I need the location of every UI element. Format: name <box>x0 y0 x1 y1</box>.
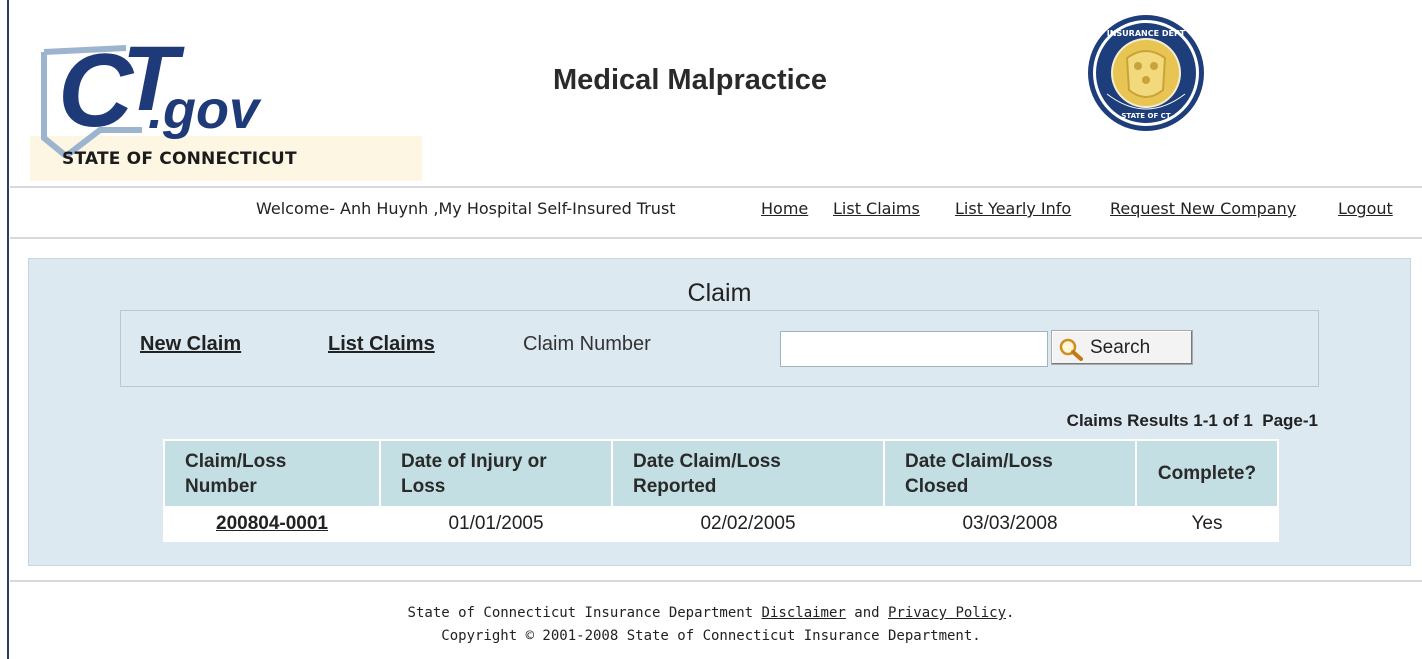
nav-link-request-new-company[interactable]: Request New Company <box>1110 199 1296 218</box>
footer-prefix: State of Connecticut Insurance Departmen… <box>407 605 754 621</box>
footer-divider <box>10 580 1422 582</box>
top-nav: Welcome- Anh Huynh ,My Hospital Self-Ins… <box>0 199 1422 223</box>
nav-link-list-yearly-info[interactable]: List Yearly Info <box>955 199 1071 218</box>
injury-date-cell: 01/01/2005 <box>379 506 613 542</box>
column-header: Claim/Loss Number <box>163 439 381 508</box>
column-header: Complete? <box>1135 439 1279 508</box>
svg-text:INSURANCE DEPT: INSURANCE DEPT <box>1107 29 1186 38</box>
ct-gov-logo[interactable]: C T .gov STATE OF CONNECTICUT <box>30 18 422 181</box>
footer-period: . <box>1006 605 1015 621</box>
claim-number-input[interactable] <box>780 331 1048 367</box>
copyright-text: Copyright © 2001-2008 State of Connectic… <box>441 628 981 644</box>
reported-date-cell: 02/02/2005 <box>611 506 885 542</box>
ct-map-icon: C T .gov <box>41 28 262 158</box>
claim-number-cell: 200804-0001 <box>163 506 381 542</box>
search-icon <box>1059 338 1083 361</box>
welcome-text: Welcome- Anh Huynh ,My Hospital Self-Ins… <box>256 199 676 218</box>
nav-divider <box>10 237 1422 239</box>
claim-title: Claim <box>687 279 752 307</box>
insurance-department-seal-icon: INSURANCE DEPT STATE OF CT <box>1088 15 1204 131</box>
search-button-label: Search <box>1090 337 1151 358</box>
nav-link-list-claims[interactable]: List Claims <box>833 199 920 218</box>
new-claim-link[interactable]: New Claim <box>140 333 241 356</box>
left-border <box>7 0 9 659</box>
closed-date-cell: 03/03/2008 <box>883 506 1137 542</box>
header-divider <box>10 186 1422 188</box>
claim-panel: Claim New Claim List Claims Claim Number… <box>28 258 1411 566</box>
results-info: Claims Results 1-1 of 1 Page-1 <box>1066 411 1318 430</box>
list-claims-link[interactable]: List Claims <box>328 333 435 356</box>
claims-table: Claim/Loss Number Date of Injury or Loss… <box>163 439 1279 542</box>
page-title: Medical Malpractice <box>553 64 827 96</box>
table-row: 200804-0001 01/01/2005 02/02/2005 03/03/… <box>163 506 1279 542</box>
search-button[interactable]: Search <box>1051 330 1193 365</box>
footer-line-1: State of Connecticut Insurance Departmen… <box>0 602 1422 625</box>
claim-number-label: Claim Number <box>523 333 651 355</box>
page-header: C T .gov STATE OF CONNECTICUT Medical Ma… <box>10 0 1422 186</box>
nav-link-home[interactable]: Home <box>761 199 808 218</box>
claim-search-box: New Claim List Claims Claim Number Searc… <box>120 310 1319 387</box>
logo-state-text: STATE OF CONNECTICUT <box>62 149 297 169</box>
column-header: Date of Injury or Loss <box>379 439 613 508</box>
svg-text:STATE OF CT: STATE OF CT <box>1121 112 1170 120</box>
claim-number-link[interactable]: 200804-0001 <box>216 513 328 534</box>
disclaimer-link[interactable]: Disclaimer <box>762 605 846 621</box>
nav-link-logout[interactable]: Logout <box>1338 199 1393 218</box>
footer-and: and <box>854 605 880 621</box>
page-footer: State of Connecticut Insurance Departmen… <box>0 602 1422 648</box>
column-header: Date Claim/Loss Closed <box>883 439 1137 508</box>
column-header: Date Claim/Loss Reported <box>611 439 885 508</box>
svg-text:.gov: .gov <box>148 80 262 140</box>
complete-cell: Yes <box>1135 506 1279 542</box>
table-header-row: Claim/Loss Number Date of Injury or Loss… <box>163 439 1279 508</box>
privacy-policy-link[interactable]: Privacy Policy <box>888 605 1006 621</box>
